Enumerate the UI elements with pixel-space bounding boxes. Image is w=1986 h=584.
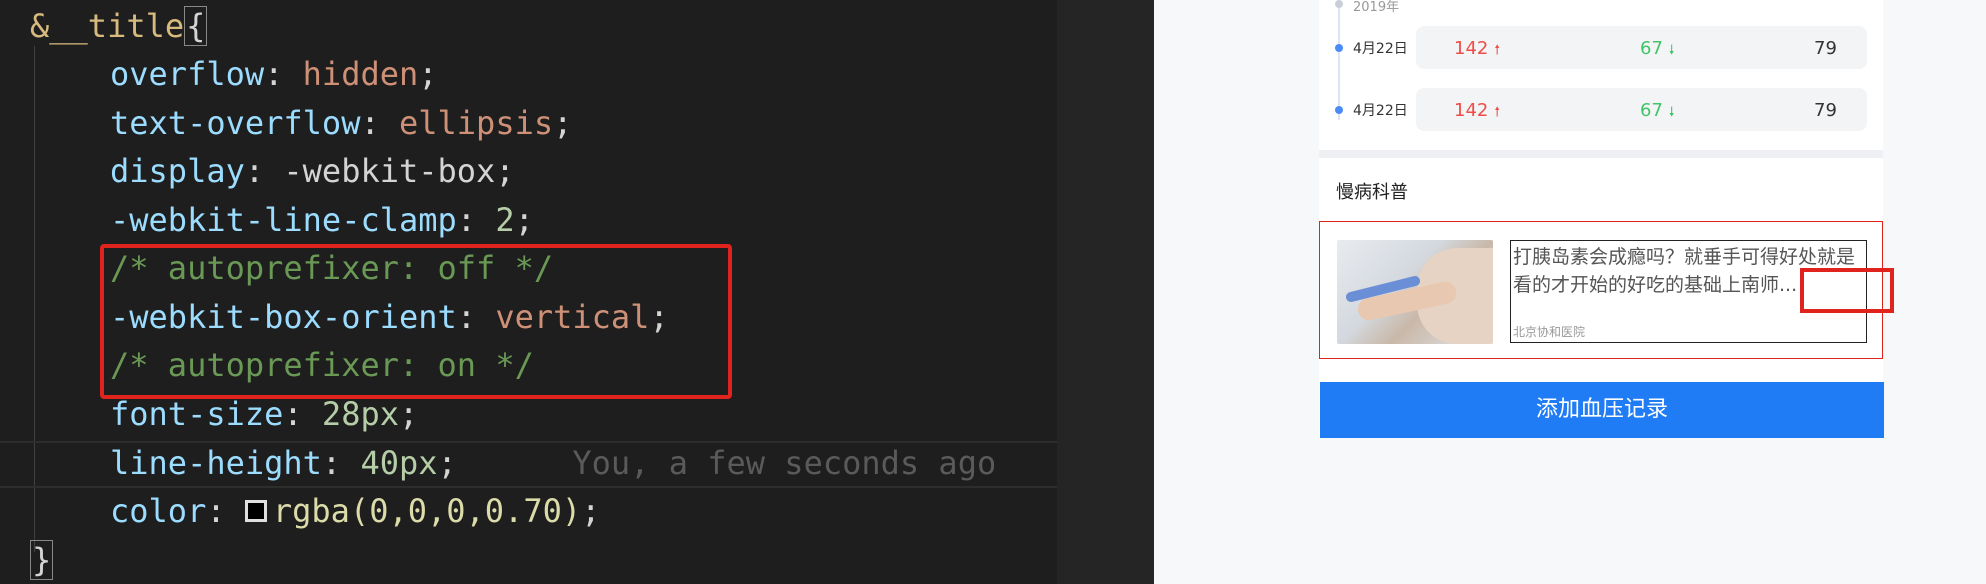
timeline-dot [1335,0,1343,8]
code-line-close-brace[interactable]: } [30,536,54,584]
code-line-text-overflow[interactable]: text-overflow: ellipsis; [110,99,572,147]
property-value: -webkit-box [283,152,496,190]
arrow-up-icon: 🠕 [1494,43,1500,58]
property-name: text-overflow [110,104,361,142]
code-line-selector[interactable]: &__title{ [30,2,208,50]
highlight-annotation-box [100,244,732,399]
code-line-color[interactable]: color: rgba(0,0,0,0.70); [110,487,600,535]
property-value: 2 [495,201,515,239]
code-line-line-clamp[interactable]: -webkit-line-clamp: 2; [110,196,534,244]
color-swatch-icon[interactable] [244,500,267,522]
code-line-line-height[interactable]: line-height: 40px; You, a few seconds ag… [110,439,996,487]
systolic-value: 142 🠕 [1454,38,1500,59]
record-date: 4月22日 [1353,41,1408,57]
property-value: 40px [360,444,438,482]
diastolic-value: 67 🠗 [1640,100,1675,121]
editor-side-strip [1057,0,1154,584]
timeline-dot [1335,106,1343,114]
selector-text: &__title [30,7,185,45]
phone-screen: 2019年 4月22日 142 🠕 67 🠗 79 4月22日 142 🠕 67 🠗 7… [1319,0,1883,438]
ellipsis-highlight-box [1800,268,1894,313]
close-brace: } [30,540,54,580]
diastolic-value: 67 🠗 [1640,38,1675,59]
article-source: 北京协和医院 [1513,325,1586,339]
record-date: 4月22日 [1353,103,1408,119]
code-editor[interactable]: &__title{ overflow: hidden; text-overflo… [0,0,1057,584]
property-name: display [110,152,245,190]
property-name: -webkit-line-clamp [110,201,457,239]
section-title: 慢病科普 [1336,182,1408,203]
property-name: line-height [110,444,322,482]
article-thumbnail [1337,240,1493,344]
property-value: 28px [321,395,399,433]
code-line-display[interactable]: display: -webkit-box; [110,147,515,195]
systolic-value: 142 🠕 [1454,100,1500,121]
timeline-dot [1335,44,1343,52]
property-name: color [110,492,207,530]
arrow-up-icon: 🠕 [1494,105,1500,120]
property-value: ellipsis [398,104,554,142]
property-value: rgba(0,0,0,0.70) [272,492,582,530]
record-card[interactable]: 142 🠕 67 🠗 79 [1416,26,1867,69]
section-divider [1319,150,1883,158]
property-name: font-size [110,395,284,433]
property-value: hidden [302,55,419,93]
code-line-overflow[interactable]: overflow: hidden; [110,50,438,98]
timeline-line [1338,0,1340,120]
open-brace: { [184,6,208,46]
add-bp-record-button[interactable]: 添加血压记录 [1320,382,1884,438]
timeline-year: 2019年 [1353,0,1400,15]
property-name: overflow [110,55,265,93]
arrow-down-icon: 🠗 [1668,43,1675,58]
pulse-value: 79 [1814,100,1837,121]
git-blame-annotation: You, a few seconds ago [572,444,997,482]
record-card[interactable]: 142 🠕 67 🠗 79 [1416,88,1867,131]
pulse-value: 79 [1814,38,1837,59]
arrow-down-icon: 🠗 [1668,105,1675,120]
article-card[interactable]: 打胰岛素会成瘾吗？就垂手可得好处就是看的才开始的好吃的基础上南师... 北京协和… [1319,221,1883,359]
